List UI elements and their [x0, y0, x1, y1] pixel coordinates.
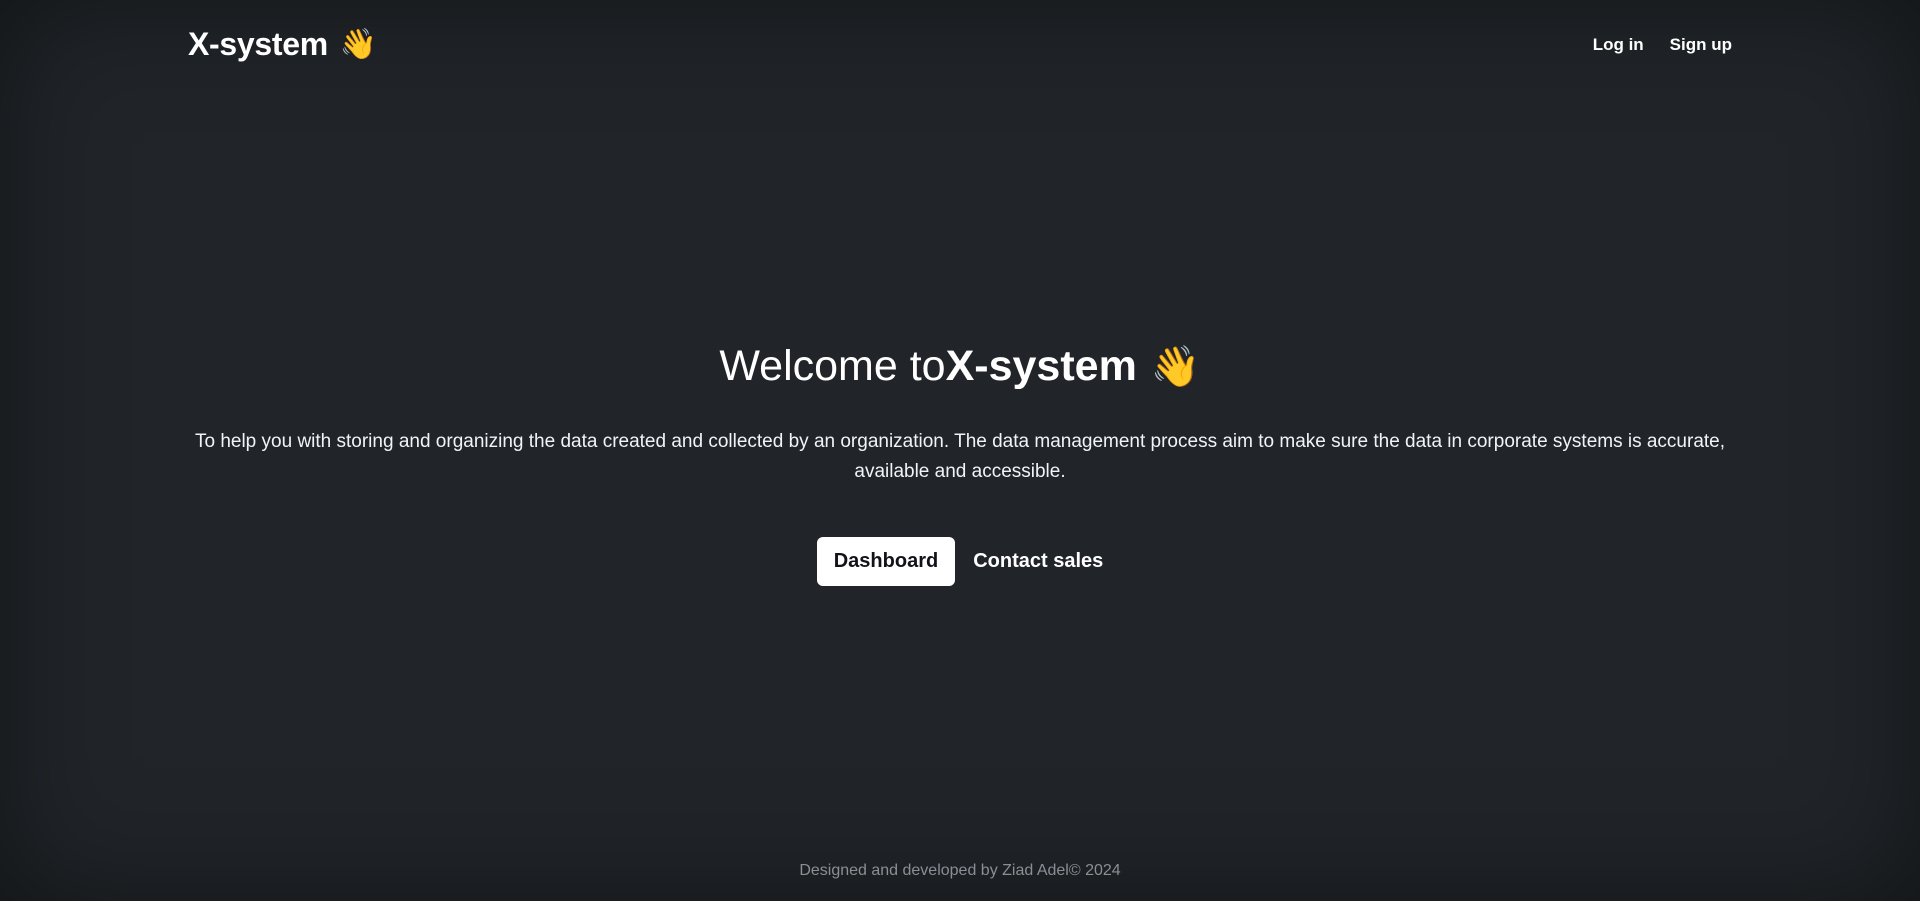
- brand-logo[interactable]: X-system 👋: [188, 26, 377, 63]
- signup-link[interactable]: Sign up: [1670, 35, 1732, 55]
- top-navbar: X-system 👋 Log in Sign up: [0, 0, 1920, 92]
- dashboard-button[interactable]: Dashboard: [816, 537, 956, 586]
- auth-nav: Log in Sign up: [1593, 35, 1732, 55]
- hero-title: Welcome toX-system 👋: [0, 342, 1920, 391]
- footer-credits: Designed and developed by Ziad Adel© 202…: [799, 862, 1121, 879]
- brand-name: X-system: [188, 26, 328, 62]
- hero-description: To help you with storing and organizing …: [194, 431, 1726, 482]
- hero-title-name: X-system: [945, 342, 1137, 390]
- hero-actions: Dashboard Contact sales: [0, 537, 1920, 586]
- waving-hand-icon: 👋: [339, 27, 377, 61]
- login-link[interactable]: Log in: [1593, 35, 1644, 55]
- hero-title-prefix: Welcome to: [719, 342, 946, 390]
- waving-hand-icon: 👋: [1150, 344, 1201, 389]
- contact-sales-button[interactable]: Contact sales: [973, 537, 1103, 586]
- hero-section: Welcome toX-system 👋 To help you with st…: [0, 342, 1920, 586]
